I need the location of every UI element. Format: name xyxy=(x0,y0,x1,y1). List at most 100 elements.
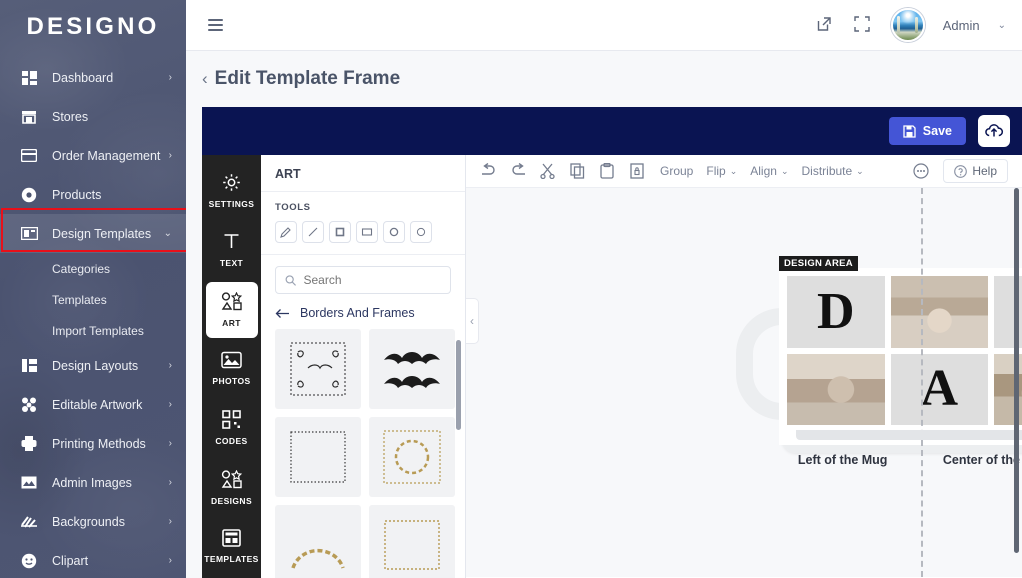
rail-item-photos[interactable]: PHOTOS xyxy=(206,341,258,397)
tools-row xyxy=(275,221,451,243)
design-area[interactable]: DESIGN AREA D D A xyxy=(779,256,1022,445)
chevron-down-icon[interactable]: ⌄ xyxy=(998,20,1006,31)
design-layouts-icon xyxy=(18,357,40,375)
mug-base xyxy=(796,430,1022,440)
copy-icon[interactable] xyxy=(570,162,587,180)
rectangle-tool[interactable] xyxy=(356,221,378,243)
pencil-tool[interactable] xyxy=(275,221,297,243)
guide-line-left xyxy=(921,188,923,577)
photo-image xyxy=(787,353,885,425)
art-item-gold-wreath-frame[interactable] xyxy=(369,417,455,497)
sidebar-item-design-templates[interactable]: Design Templates ⌄ xyxy=(0,214,186,253)
rail-item-settings[interactable]: SETTINGS xyxy=(206,163,258,219)
search-box[interactable] xyxy=(275,266,451,294)
chevron-right-icon: › xyxy=(168,150,172,161)
art-item-gold-arch-wreath[interactable] xyxy=(275,505,361,578)
brand-name: DESIGNO xyxy=(26,13,160,40)
store-icon xyxy=(18,108,40,126)
letter-tile-d1[interactable]: D xyxy=(787,276,885,348)
save-button[interactable]: Save xyxy=(888,117,966,145)
distribute-label: Distribute xyxy=(801,164,853,178)
cloud-upload-button[interactable] xyxy=(978,115,1010,147)
sidebar-item-editable-artwork[interactable]: Editable Artwork › xyxy=(0,385,186,424)
sidebar-item-design-layouts[interactable]: Design Layouts › xyxy=(0,346,186,385)
flip-menu[interactable]: Flip ⌄ xyxy=(706,164,737,178)
sidebar-item-order-management[interactable]: Order Management › xyxy=(0,136,186,175)
flip-label: Flip xyxy=(706,164,726,178)
canvas-scrollbar[interactable] xyxy=(1014,188,1019,553)
tools-label: TOOLS xyxy=(275,202,311,213)
arrow-left-icon xyxy=(275,308,289,318)
rail-item-art[interactable]: ART xyxy=(205,281,258,338)
art-item-gold-corner-frame[interactable] xyxy=(369,505,455,578)
panel-scrollbar[interactable] xyxy=(456,340,461,430)
sidebar-item-clipart[interactable]: Clipart › xyxy=(0,541,186,578)
external-link-icon[interactable] xyxy=(815,15,835,35)
art-item-ornate-square-border[interactable] xyxy=(275,329,361,409)
hamburger-icon[interactable] xyxy=(202,12,228,38)
products-icon xyxy=(18,186,40,204)
panel-collapse-toggle[interactable]: ‹ xyxy=(466,298,479,344)
text-icon xyxy=(222,232,241,254)
rail-item-label: SETTINGS xyxy=(208,199,255,210)
chevron-down-icon: ⌄ xyxy=(729,165,738,176)
cut-icon[interactable] xyxy=(540,163,557,180)
template-editor: Save SETTINGS TEXT ART PHOTOS CODES DESI… xyxy=(202,107,1022,578)
sidebar-subitem-templates[interactable]: Templates xyxy=(0,284,186,315)
lock-document-icon[interactable] xyxy=(630,162,647,180)
rail-item-text[interactable]: TEXT xyxy=(206,222,258,278)
chevron-right-icon: › xyxy=(168,360,172,371)
filled-square-icon xyxy=(335,227,345,237)
art-category-breadcrumb[interactable]: Borders And Frames xyxy=(261,294,465,329)
art-item-flourish-divider[interactable] xyxy=(369,329,455,409)
search-input[interactable] xyxy=(303,273,441,287)
filled-square-tool[interactable] xyxy=(329,221,351,243)
sidebar-item-backgrounds[interactable]: Backgrounds › xyxy=(0,502,186,541)
chevron-right-icon: › xyxy=(168,555,172,566)
brand-logo[interactable]: DESIGNO xyxy=(0,0,186,54)
rail-item-templates[interactable]: TEMPLATES xyxy=(204,519,258,575)
rail-item-designs[interactable]: DESIGNS xyxy=(206,459,258,515)
sidebar-item-label: Design Templates xyxy=(52,226,152,241)
rail-item-label: DESIGNS xyxy=(210,495,253,506)
paste-icon[interactable] xyxy=(600,162,617,180)
photo-tile-1[interactable] xyxy=(890,276,988,348)
group-menu[interactable]: Group xyxy=(660,164,693,178)
rail-item-label: TEXT xyxy=(219,258,244,269)
chevron-right-icon: › xyxy=(168,399,172,410)
editor-body: SETTINGS TEXT ART PHOTOS CODES DESIGNS T… xyxy=(202,155,1022,578)
undo-icon[interactable] xyxy=(510,162,527,180)
sidebar-item-dashboard[interactable]: Dashboard › xyxy=(0,58,186,97)
align-menu[interactable]: Align ⌄ xyxy=(750,164,788,178)
sidebar-subitem-import-templates[interactable]: Import Templates xyxy=(0,315,186,346)
circle-tool[interactable] xyxy=(410,221,432,243)
letter-tile-a[interactable]: A xyxy=(890,353,988,425)
distribute-menu[interactable]: Distribute ⌄ xyxy=(801,164,863,178)
rail-item-label: PHOTOS xyxy=(212,376,251,387)
art-item-dotted-square-frame[interactable] xyxy=(275,417,361,497)
sidebar-item-label: Editable Artwork xyxy=(52,397,143,412)
sidebar-item-printing-methods[interactable]: Printing Methods › xyxy=(0,424,186,463)
filled-circle-icon xyxy=(389,227,399,237)
dashboard-icon xyxy=(18,69,40,87)
gear-icon xyxy=(222,173,241,195)
sidebar-item-stores[interactable]: Stores xyxy=(0,97,186,136)
sidebar-subitem-label: Import Templates xyxy=(52,323,144,338)
sidebar-item-admin-images[interactable]: Admin Images › xyxy=(0,463,186,502)
line-tool[interactable] xyxy=(302,221,324,243)
design-grid: D D A LOVE CAS xyxy=(787,276,1022,425)
redo-icon[interactable] xyxy=(480,162,497,180)
sidebar-subitem-label: Templates xyxy=(52,292,107,307)
letter-value: A xyxy=(920,360,959,418)
sidebar-item-products[interactable]: Products xyxy=(0,175,186,214)
photo-tile-3[interactable] xyxy=(787,353,885,425)
sidebar-item-label: Admin Images xyxy=(52,475,132,490)
rail-item-codes[interactable]: CODES xyxy=(206,400,258,456)
fullscreen-icon[interactable] xyxy=(853,15,873,35)
more-options-icon[interactable] xyxy=(913,162,930,180)
filled-circle-tool[interactable] xyxy=(383,221,405,243)
help-button[interactable]: Help xyxy=(943,159,1008,183)
avatar[interactable] xyxy=(890,8,925,42)
sidebar-subitem-categories[interactable]: Categories xyxy=(0,253,186,284)
back-chevron-icon[interactable]: ‹ xyxy=(202,69,208,89)
